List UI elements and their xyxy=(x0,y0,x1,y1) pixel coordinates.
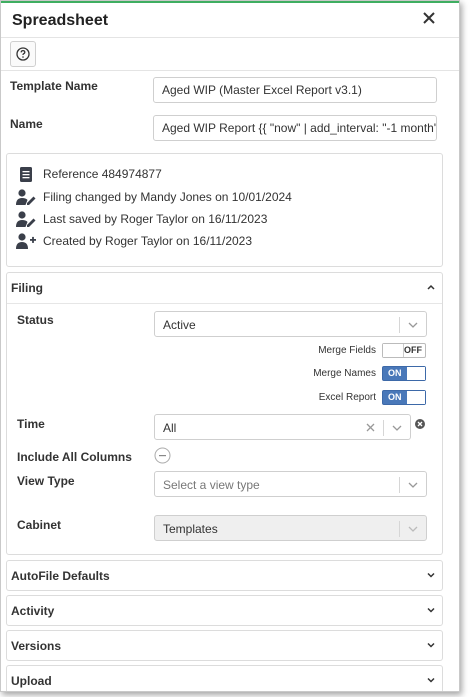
filing-section-title: Filing xyxy=(11,281,43,295)
help-button[interactable] xyxy=(10,41,36,67)
info-last-saved: Last saved by Roger Taylor on 16/11/2023 xyxy=(15,209,267,229)
remove-time-icon[interactable] xyxy=(415,419,425,429)
created-text: Created by Roger Taylor on 16/11/2023 xyxy=(43,234,253,248)
chevron-down-icon xyxy=(427,642,435,648)
include-all-columns-label: Include All Columns xyxy=(17,450,132,464)
upload-section[interactable]: Upload xyxy=(6,665,443,691)
time-value: All xyxy=(163,421,177,435)
chevron-down-icon xyxy=(427,572,435,578)
activity-section-title: Activity xyxy=(11,604,55,618)
view-type-placeholder: Select a view type xyxy=(163,478,260,492)
user-plus-icon xyxy=(15,232,37,250)
cabinet-label: Cabinet xyxy=(17,518,62,532)
info-created: Created by Roger Taylor on 16/11/2023 xyxy=(15,231,252,251)
close-icon xyxy=(423,12,435,24)
merge-names-label: Merge Names xyxy=(313,368,376,379)
versions-section-title: Versions xyxy=(11,639,62,653)
name-field[interactable]: Aged WIP Report {{ "now" | add_interval:… xyxy=(153,115,437,141)
time-select[interactable]: All xyxy=(154,414,411,440)
time-label: Time xyxy=(17,417,45,431)
user-edit-icon xyxy=(15,188,37,206)
excel-report-label: Excel Report xyxy=(318,392,376,403)
merge-fields-label: Merge Fields xyxy=(318,345,376,356)
chevron-up-icon xyxy=(427,284,435,290)
status-label: Status xyxy=(17,313,54,327)
last-saved-text: Last saved by Roger Taylor on 16/11/2023 xyxy=(43,212,268,226)
info-reference: Reference 484974877 xyxy=(15,164,162,184)
info-box: Reference 484974877 Filing changed by Ma… xyxy=(6,153,443,267)
clear-icon[interactable] xyxy=(366,423,375,432)
panel-header: Spreadsheet xyxy=(1,3,459,38)
spreadsheet-panel: Spreadsheet Template Name Aged WIP (Mast… xyxy=(0,0,460,692)
cabinet-select: Templates xyxy=(154,515,427,541)
cabinet-value: Templates xyxy=(163,522,218,536)
include-all-columns-toggle[interactable] xyxy=(154,447,171,464)
panel-title: Spreadsheet xyxy=(12,12,109,29)
chevron-down-icon xyxy=(392,425,402,431)
info-filing-changed: Filing changed by Mandy Jones on 10/01/2… xyxy=(15,187,292,207)
chevron-down-icon xyxy=(427,607,435,613)
autofile-section-title: AutoFile Defaults xyxy=(11,569,110,583)
view-type-select[interactable]: Select a view type xyxy=(154,471,427,497)
chevron-down-icon xyxy=(408,482,418,488)
question-circle-icon xyxy=(16,47,30,61)
excel-report-toggle[interactable]: ON xyxy=(382,390,426,405)
chevron-down-icon xyxy=(427,677,435,683)
toolbar xyxy=(1,38,459,71)
view-type-label: View Type xyxy=(17,474,75,488)
chevron-down-icon xyxy=(408,526,418,532)
user-edit-icon xyxy=(15,210,37,228)
autofile-section[interactable]: AutoFile Defaults xyxy=(6,560,443,591)
upload-section-title: Upload xyxy=(11,674,52,688)
template-name-label: Template Name xyxy=(10,79,98,93)
template-name-field[interactable]: Aged WIP (Master Excel Report v3.1) xyxy=(153,77,437,103)
versions-section[interactable]: Versions xyxy=(6,630,443,661)
chevron-down-icon xyxy=(408,322,418,328)
name-label: Name xyxy=(10,117,43,131)
reference-text: Reference 484974877 xyxy=(43,167,162,181)
merge-fields-toggle[interactable]: OFF xyxy=(382,343,426,358)
status-value: Active xyxy=(163,318,196,332)
filing-section: Filing Status Active Merge Fields OFF Me… xyxy=(6,272,443,555)
filing-changed-text: Filing changed by Mandy Jones on 10/01/2… xyxy=(43,190,292,204)
close-button[interactable] xyxy=(419,8,439,28)
merge-names-toggle[interactable]: ON xyxy=(382,366,426,381)
filing-section-header[interactable]: Filing xyxy=(7,273,442,304)
activity-section[interactable]: Activity xyxy=(6,595,443,626)
document-icon xyxy=(15,165,37,183)
status-select[interactable]: Active xyxy=(154,311,427,337)
